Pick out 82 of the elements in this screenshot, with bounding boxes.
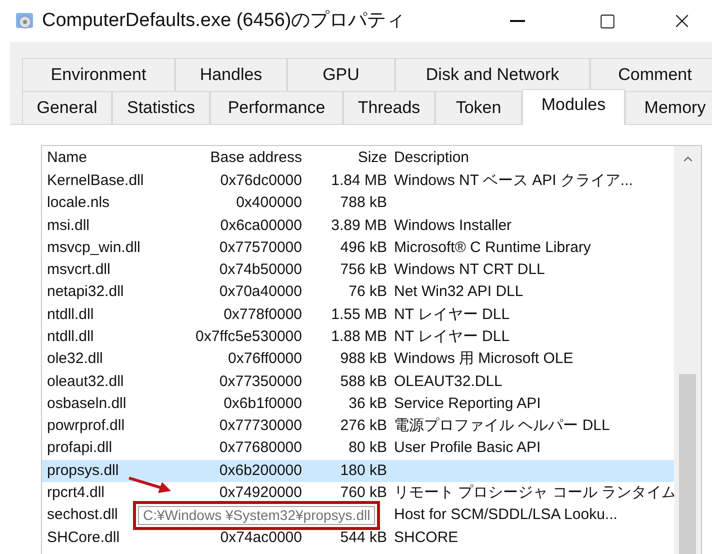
tab[interactable]: Token [435,91,522,124]
table-cell-text: 80 kB [348,438,387,458]
table-cell-text: 0x6b200000 [219,460,302,481]
table-cell-text: 0x6ca00000 [220,216,302,236]
table-cell-text: 0x77730000 [219,416,302,436]
table-cell-text: 0x74ac0000 [220,528,302,548]
table-cell-text: 760 kB [340,483,387,504]
tab[interactable]: Statistics [112,91,210,124]
table-cell-text: 988 kB [340,349,387,370]
table-cell-text: 36 kB [348,394,387,414]
table-cell-text: Windows NT ベース API クライア... [393,170,633,191]
table-cell-text: oleaut32.dll [47,372,124,392]
table-cell-text: Windows Installer [393,216,512,236]
table-cell-text: KernelBase.dll [47,170,144,191]
table-cell-text: sechost.dll [47,505,118,526]
table-cell-text: locale.nls [47,193,110,214]
table-cell-text: 0x74b50000 [219,260,302,280]
table-cell-text: 1.55 MB [331,304,387,325]
table-cell-text: Host for SCM/SDDL/LSA Looku... [393,505,618,526]
table-cell-text: 76 kB [348,282,387,302]
column-header[interactable]: Name [47,146,197,170]
table-cell-text: OLEAUT32.DLL [393,372,502,392]
table-cell-text: 756 kB [340,260,387,280]
tab[interactable]: Memory [625,91,712,124]
table-cell-text: 496 kB [340,238,387,258]
tab[interactable]: Environment [22,58,175,91]
table-cell-text: 0x77680000 [219,438,302,458]
table-cell-text: 276 kB [340,416,387,436]
table-cell-text: profapi.dll [47,438,112,458]
table-cell-text: 0x77350000 [219,372,302,392]
table-cell-text: 788 kB [340,193,387,214]
table-cell-text: ole32.dll [47,349,103,370]
table-cell-text: rpcrt4.dll [47,483,105,504]
table-cell-text: propsys.dll [47,460,119,481]
table-cell-text: Windows 用 Microsoft OLE [393,349,574,370]
table-cell-text: msi.dll [47,216,90,236]
window-title: ComputerDefaults.exe (6456)のプロパティ [42,8,406,33]
table-cell-text: msvcrt.dll [47,260,110,280]
column-header[interactable]: Description [387,146,627,170]
tab[interactable]: Modules [522,89,625,125]
table-cell-text: 544 kB [340,528,387,548]
table-cell-text: 0x77570000 [219,238,302,258]
tab[interactable]: GPU [287,58,395,91]
table-cell-text: 0x400000 [236,193,302,214]
table-cell-text: osbaseln.dll [47,394,126,414]
table-cell-text: 0x74920000 [219,483,302,504]
selected-row[interactable]: propsys.dll 0x6b200000 180 kB [42,460,674,482]
table-cell-text: ntdll.dll [47,326,94,347]
tab[interactable]: Threads [343,91,435,124]
tooltip: C:¥Windows ¥System32¥propsys.dll [138,506,376,525]
table-cell-text: NT レイヤー DLL [393,326,510,347]
tab[interactable]: Performance [210,91,343,124]
table-cell-text: netapi32.dll [47,282,124,302]
table-cell-text: 1.88 MB [331,326,387,347]
table-cell-text: Microsoft® C Runtime Library [393,238,591,258]
table-cell-text: ntdll.dll [47,304,94,325]
table-cell-text: 0x76dc0000 [220,170,302,191]
tab[interactable]: General [22,91,112,124]
table-cell-text: SHCORE [393,528,458,548]
tab[interactable]: Disk and Network [395,58,590,91]
table-cell-text: Windows NT CRT DLL [393,260,545,280]
table-cell-text: msvcp_win.dll [47,238,140,258]
table-cell-text: 3.89 MB [331,216,387,236]
table-cell-text: 0x76ff0000 [228,349,302,370]
tab[interactable]: Comment [590,58,712,91]
table-cell-text: 0x6b1f0000 [224,394,302,414]
table-cell-text: 0x70a40000 [219,282,302,302]
table-cell-text: 0x7ffc5e530000 [196,326,302,347]
tab[interactable]: Handles [175,58,287,91]
table-cell-text: 0x778f0000 [224,304,302,325]
column-header[interactable]: Size [302,146,387,170]
table-cell-text: NT レイヤー DLL [393,304,510,325]
table-cell-text: User Profile Basic API [393,438,541,458]
table-cell-text: 180 kB [340,460,387,481]
table-cell-text: 電源プロファイル ヘルパー DLL [393,416,610,436]
table-cell-text: SHCore.dll [47,528,120,548]
table-cell-text: 1.84 MB [331,170,387,191]
table-cell-text: Net Win32 API DLL [393,282,524,302]
table-cell-text: powrprof.dll [47,416,125,436]
table-cell-text: 588 kB [340,372,387,392]
column-header[interactable]: Base address [197,146,302,170]
table-cell-text: Service Reporting API [393,394,541,414]
